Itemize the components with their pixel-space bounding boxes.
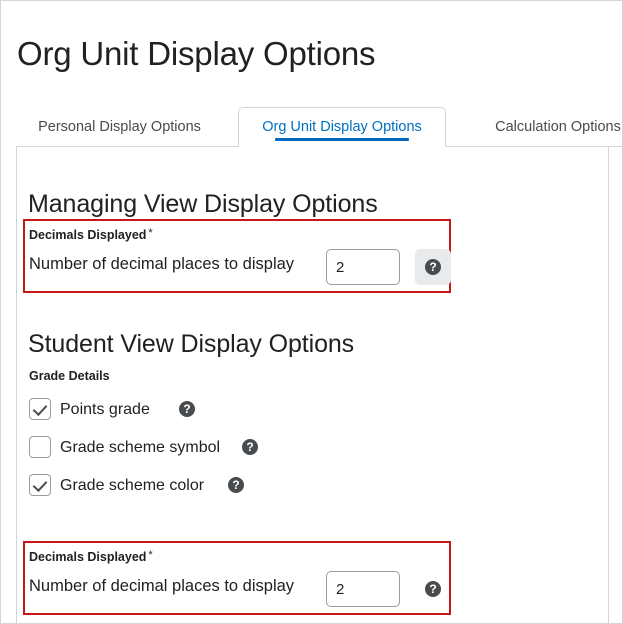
tab-calculation-options-label: Calculation Options — [495, 119, 621, 135]
managing-decimals-label: Decimals Displayed * — [29, 227, 153, 242]
student-view-heading: Student View Display Options — [28, 329, 355, 358]
grade-scheme-symbol-label[interactable]: Grade scheme symbol — [60, 437, 220, 458]
managing-decimals-input[interactable] — [326, 249, 400, 285]
grade-scheme-color-label[interactable]: Grade scheme color — [60, 475, 204, 496]
tab-active-underline — [275, 138, 409, 141]
managing-decimals-label-text: Decimals Displayed — [29, 228, 147, 242]
help-circle-icon[interactable] — [228, 477, 244, 493]
required-marker: * — [148, 227, 153, 239]
help-circle-icon[interactable] — [242, 439, 258, 455]
tab-org-unit-display-options[interactable]: Org Unit Display Options — [238, 107, 446, 148]
student-decimals-label-text: Decimals Displayed — [29, 550, 147, 564]
student-decimals-input[interactable] — [326, 571, 400, 607]
tab-strip: Personal Display Options Org Unit Displa… — [16, 107, 622, 148]
managing-view-heading: Managing View Display Options — [28, 189, 378, 218]
org-unit-display-options-page: Org Unit Display Options Personal Displa… — [0, 0, 623, 624]
required-marker: * — [148, 549, 153, 561]
grade-details-subheading: Grade Details — [29, 369, 110, 383]
tab-org-unit-display-options-label: Org Unit Display Options — [262, 119, 422, 135]
page-title: Org Unit Display Options — [17, 35, 376, 73]
managing-decimals-help-button[interactable] — [415, 249, 451, 285]
help-circle-icon[interactable] — [179, 401, 195, 417]
managing-decimals-caption: Number of decimal places to display — [29, 255, 295, 273]
help-circle-icon — [425, 259, 441, 275]
managing-decimals-row: Number of decimal places to display — [29, 249, 457, 285]
points-grade-label[interactable]: Points grade — [60, 399, 150, 420]
help-circle-icon — [425, 581, 441, 597]
grade-scheme-color-checkbox[interactable] — [29, 474, 51, 496]
tab-personal-display-options-label: Personal Display Options — [38, 119, 201, 135]
tab-calculation-options[interactable]: Calculation Options — [463, 107, 622, 147]
student-decimals-label: Decimals Displayed * — [29, 549, 153, 564]
student-decimals-caption: Number of decimal places to display — [29, 577, 295, 595]
tab-personal-display-options[interactable]: Personal Display Options — [28, 107, 211, 147]
points-grade-checkbox[interactable] — [29, 398, 51, 420]
org-unit-display-options-panel: Managing View Display Options Decimals D… — [16, 147, 609, 623]
student-decimals-help-button[interactable] — [415, 571, 451, 607]
student-decimals-row: Number of decimal places to display — [29, 571, 457, 607]
grade-scheme-symbol-checkbox[interactable] — [29, 436, 51, 458]
